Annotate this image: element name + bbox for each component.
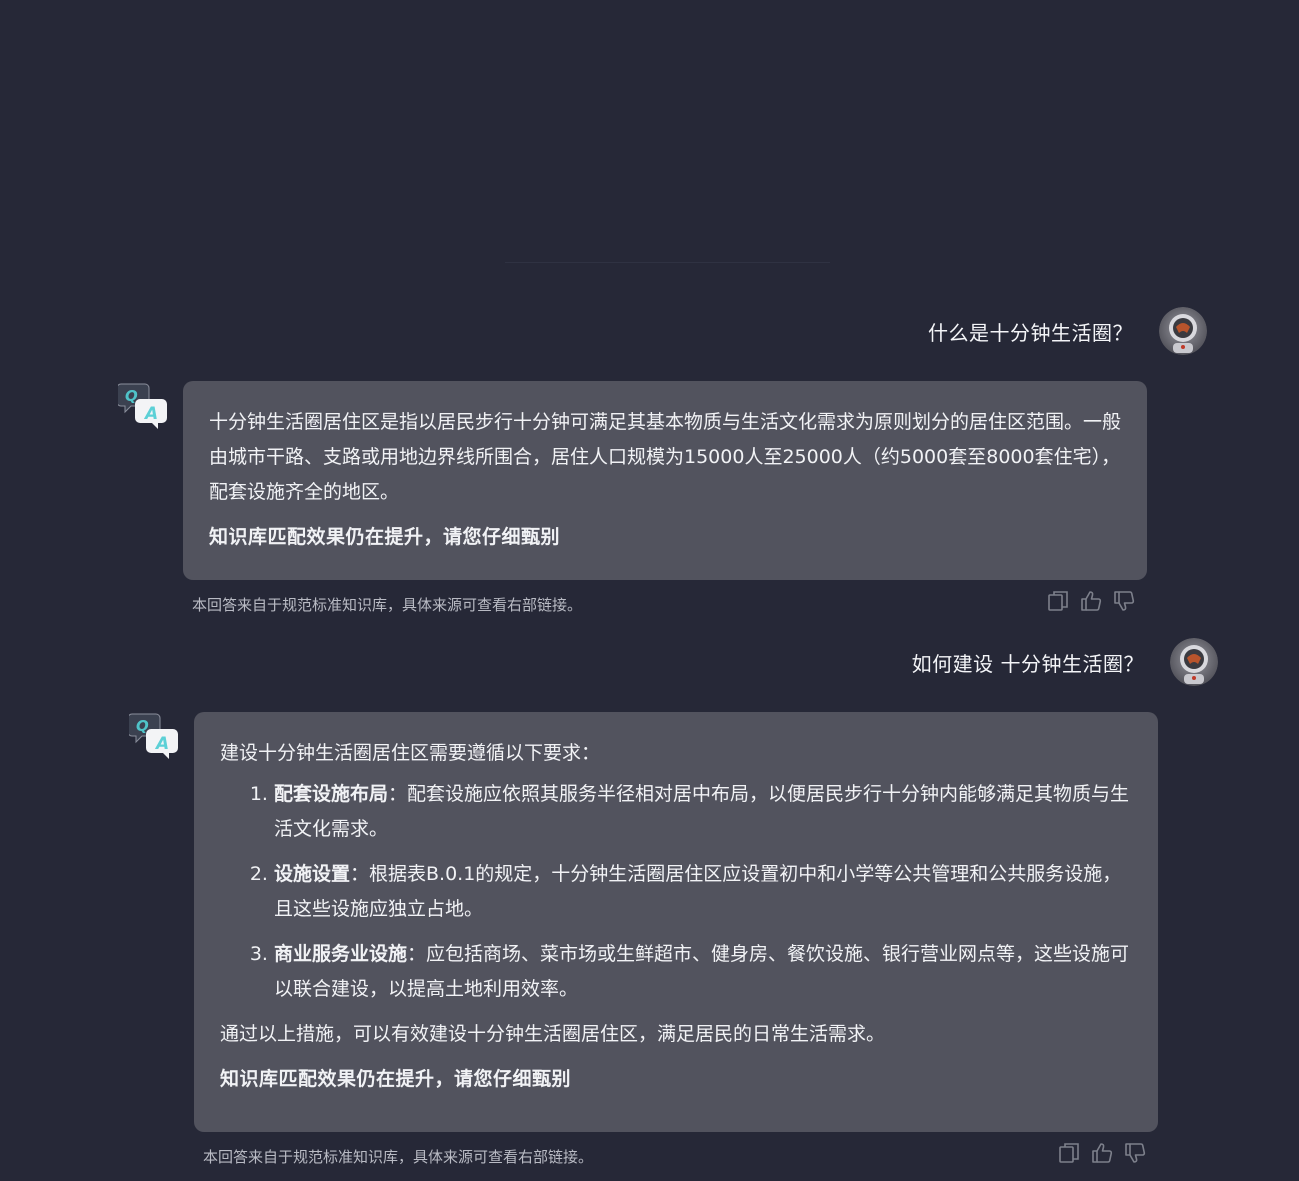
- thumbs-down-icon[interactable]: [1123, 1141, 1147, 1165]
- list-item-text: ：配套设施应依照其服务半径相对居中布局，以便居民步行十分钟内能够满足其物质与生活…: [274, 783, 1130, 840]
- answer-source: 本回答来自于规范标准知识库，具体来源可查看右部链接。: [192, 596, 583, 614]
- answer-actions: [1057, 1141, 1147, 1165]
- answer-bubble: 建设十分钟生活圈居住区需要遵循以下要求： 配套设施布局：配套设施应依照其服务半径…: [194, 712, 1158, 1132]
- list-item: 商业服务业设施：应包括商场、菜市场或生鲜超市、健身房、餐饮设施、银行营业网点等，…: [274, 937, 1132, 1007]
- chat-page: 什么是十分钟生活圈？ Q A 十分钟生活圈居住区是指以居民步行十分钟可满足其基本…: [0, 0, 1299, 1181]
- answer-paragraph: 十分钟生活圈居住区是指以居民步行十分钟可满足其基本物质与生活文化需求为原则划分的…: [209, 411, 1122, 503]
- answer-note: 知识库匹配效果仍在提升，请您仔细甄别: [220, 1068, 572, 1090]
- list-item-title: 商业服务业设施: [274, 943, 408, 965]
- copy-icon[interactable]: [1046, 589, 1070, 613]
- user-message: 什么是十分钟生活圈？: [928, 307, 1207, 355]
- thumbs-up-icon[interactable]: [1090, 1141, 1114, 1165]
- user-avatar: [1170, 638, 1218, 686]
- thumbs-down-icon[interactable]: [1112, 589, 1136, 613]
- answer-intro: 建设十分钟生活圈居住区需要遵循以下要求：: [220, 742, 601, 764]
- list-item-title: 设施设置: [274, 863, 351, 885]
- answer-source: 本回答来自于规范标准知识库，具体来源可查看右部链接。: [203, 1148, 594, 1166]
- answer-actions: [1046, 589, 1136, 613]
- user-message: 如何建设 十分钟生活圈？: [912, 638, 1218, 686]
- thumbs-up-icon[interactable]: [1079, 589, 1103, 613]
- copy-icon[interactable]: [1057, 1141, 1081, 1165]
- answer-list: 配套设施布局：配套设施应依照其服务半径相对居中布局，以便居民步行十分钟内能够满足…: [220, 777, 1132, 1007]
- qa-icon: Q A: [116, 381, 170, 433]
- answer-bubble: 十分钟生活圈居住区是指以居民步行十分钟可满足其基本物质与生活文化需求为原则划分的…: [183, 381, 1147, 580]
- qa-icon: Q A: [127, 711, 181, 763]
- user-avatar: [1159, 307, 1207, 355]
- answer-note: 知识库匹配效果仍在提升，请您仔细甄别: [209, 526, 561, 548]
- list-item-title: 配套设施布局: [274, 783, 389, 805]
- divider-line: [505, 262, 830, 263]
- svg-text:A: A: [154, 734, 169, 754]
- user-question: 什么是十分钟生活圈？: [928, 320, 1133, 345]
- answer-summary: 通过以上措施，可以有效建设十分钟生活圈居住区，满足居民的日常生活需求。: [220, 1023, 886, 1045]
- svg-text:A: A: [143, 404, 158, 424]
- list-item: 配套设施布局：配套设施应依照其服务半径相对居中布局，以便居民步行十分钟内能够满足…: [274, 777, 1132, 847]
- list-item: 设施设置：根据表B.0.1的规定，十分钟生活圈居住区应设置初中和小学等公共管理和…: [274, 857, 1132, 927]
- user-question: 如何建设 十分钟生活圈？: [911, 651, 1144, 676]
- list-item-text: ：根据表B.0.1的规定，十分钟生活圈居住区应设置初中和小学等公共管理和公共服务…: [274, 863, 1122, 920]
